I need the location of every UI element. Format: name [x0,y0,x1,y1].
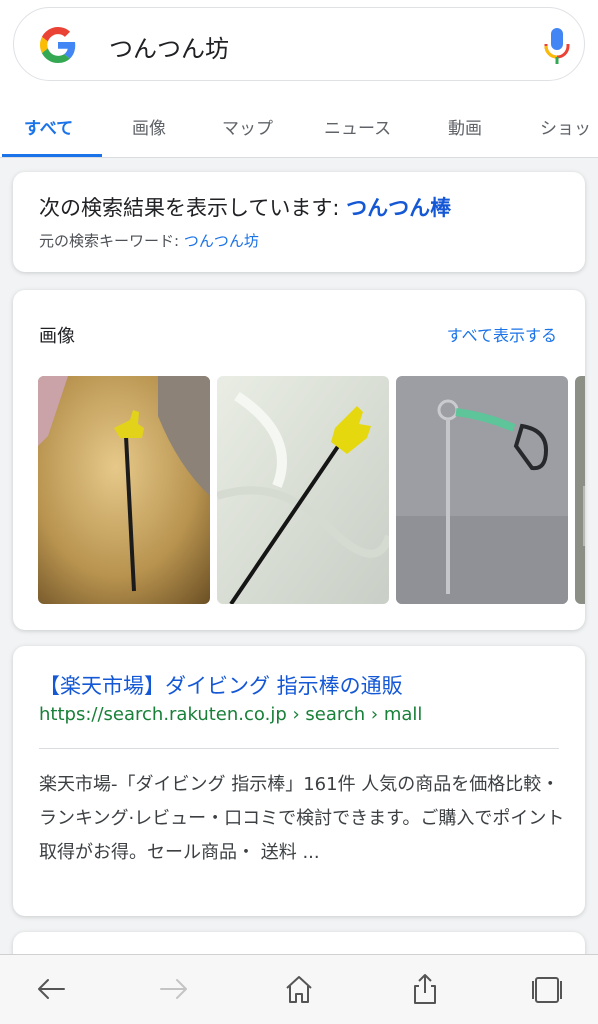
original-query-prefix: 元の検索キーワード: [39,232,184,250]
microphone-icon[interactable] [542,26,572,66]
image-thumbnail-1[interactable] [38,376,210,604]
corrected-query-link[interactable]: つんつん棒 [346,196,451,220]
showing-results-line: 次の検索結果を表示しています: つんつん棒 [39,192,451,222]
google-logo-icon [40,27,76,63]
spelling-correction-card: 次の検索結果を表示しています: つんつん棒 元の検索キーワード: つんつん坊 [13,172,585,272]
image-thumbnail-4[interactable] [575,376,585,604]
image-thumbnail-3[interactable] [396,376,568,604]
image-thumbnail-2[interactable] [217,376,389,604]
forward-arrow-icon[interactable] [157,972,191,1006]
search-result-card: 【楽天市場】ダイビング 指示棒の通販 https://search.rakute… [13,646,585,916]
back-arrow-icon[interactable] [34,972,68,1006]
share-icon[interactable] [408,972,442,1006]
tab-videos[interactable]: 動画 [448,114,482,139]
result-divider [39,748,559,749]
original-query-line: 元の検索キーワード: つんつん坊 [39,230,259,251]
header: つんつん坊 すべて 画像 マップ ニュース 動画 ショッ [0,0,598,158]
home-icon[interactable] [282,972,316,1006]
tabs-icon[interactable] [530,972,564,1006]
images-card: 画像 すべて表示する [13,290,585,630]
tab-shopping[interactable]: ショッ [540,114,591,139]
result-url[interactable]: https://search.rakuten.co.jp › search › … [39,704,422,725]
browser-toolbar [0,954,598,1024]
result-title-link[interactable]: 【楽天市場】ダイビング 指示棒の通販 [39,670,403,700]
tab-images[interactable]: 画像 [132,114,166,139]
search-bar[interactable]: つんつん坊 [13,7,585,81]
original-query-link[interactable]: つんつん坊 [184,232,259,250]
view-all-images-link[interactable]: すべて表示する [447,322,557,346]
result-snippet: 楽天市場-「ダイビング 指示棒」161件 人気の商品を価格比較・ランキング·レビ… [39,774,565,863]
search-query-text[interactable]: つんつん坊 [109,29,229,64]
tabs-divider [0,157,598,158]
tab-maps[interactable]: マップ [222,114,273,139]
images-section-title: 画像 [39,326,75,347]
tab-news[interactable]: ニュース [324,114,391,139]
showing-results-prefix: 次の検索結果を表示しています: [39,196,347,220]
search-tabs: すべて 画像 マップ ニュース 動画 ショッ [0,100,598,158]
tab-all[interactable]: すべて [24,114,73,139]
